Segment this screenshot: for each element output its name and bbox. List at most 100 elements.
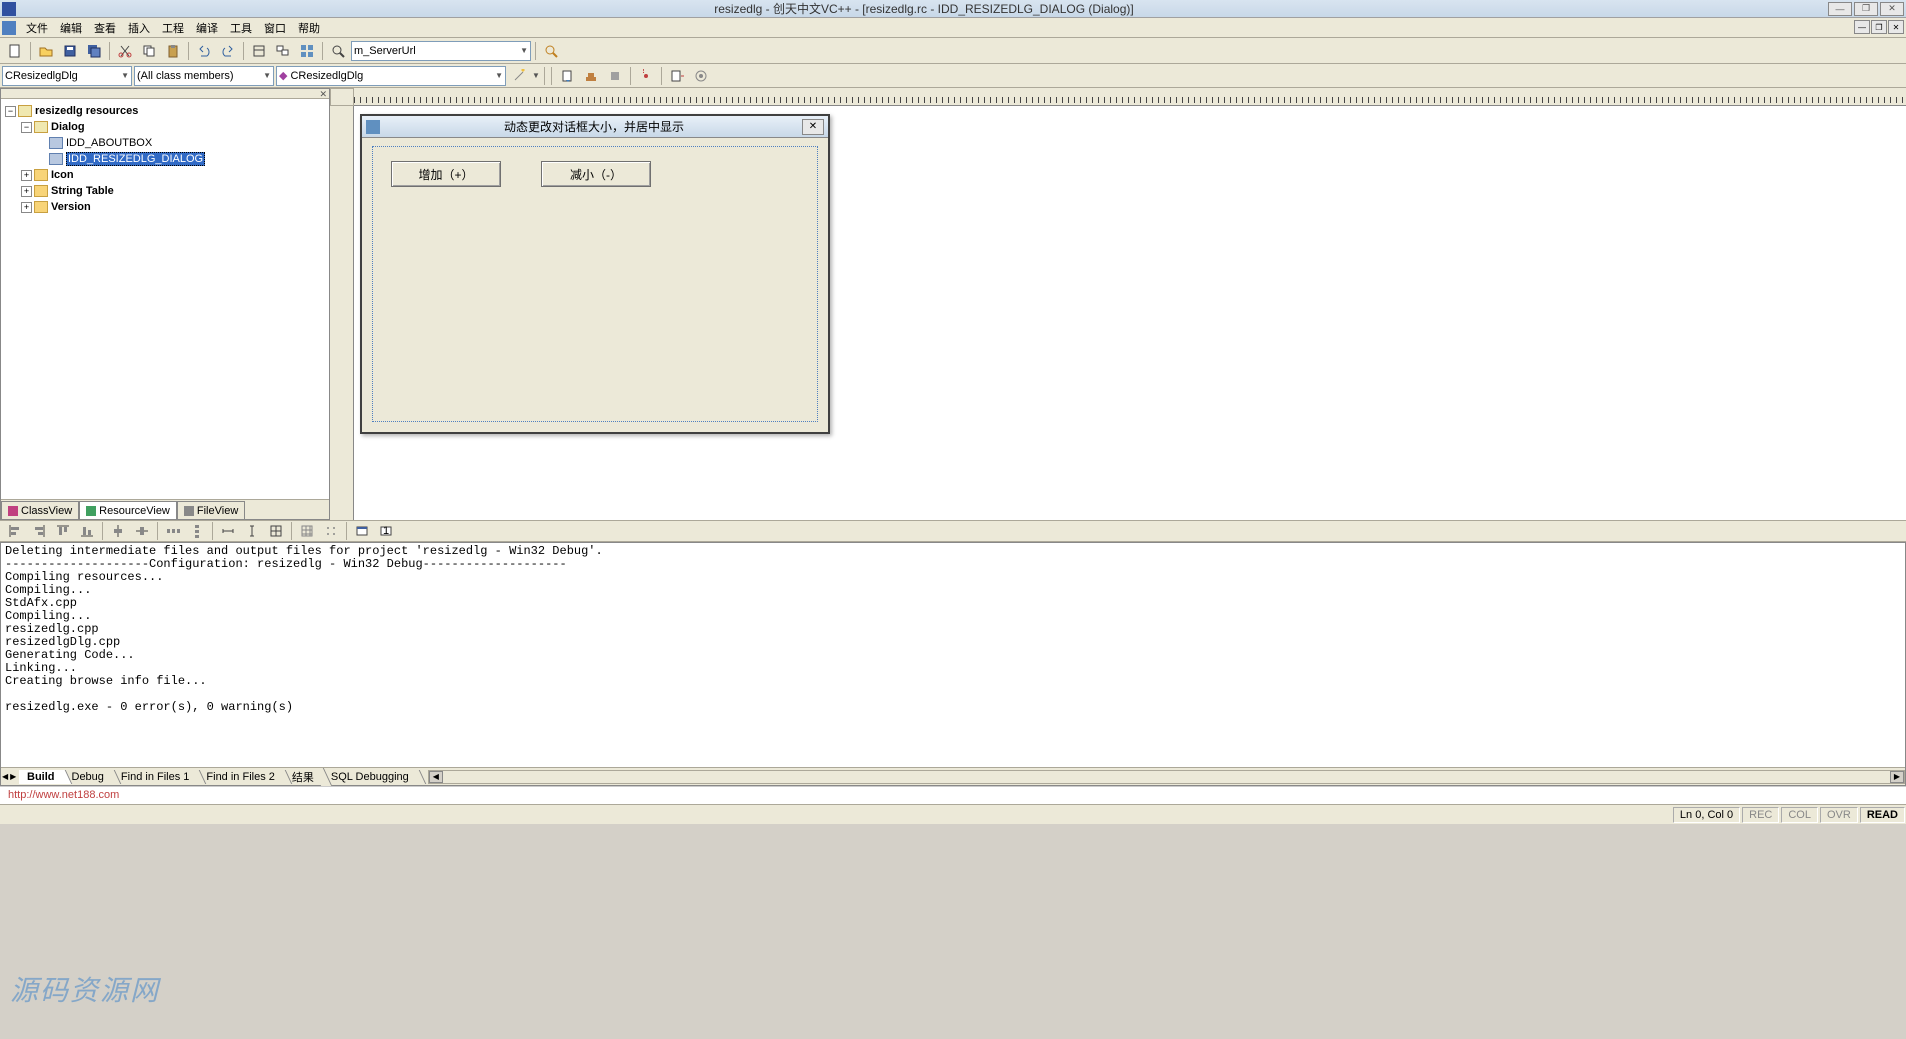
center-horiz-icon[interactable] bbox=[107, 520, 129, 542]
output-tab-build[interactable]: Build bbox=[19, 770, 64, 784]
same-width-icon[interactable] bbox=[217, 520, 239, 542]
output-hscroll[interactable]: ◀ ▶ bbox=[428, 770, 1905, 784]
expand-icon[interactable]: + bbox=[21, 202, 32, 213]
save-all-icon[interactable] bbox=[83, 40, 105, 62]
search-icon[interactable] bbox=[540, 40, 562, 62]
footer-link[interactable]: http://www.net188.com bbox=[0, 786, 1906, 804]
same-height-icon[interactable] bbox=[241, 520, 263, 542]
tree-item-aboutbox[interactable]: IDD_ABOUTBOX bbox=[3, 135, 327, 151]
tab-resourceview[interactable]: ResourceView bbox=[79, 501, 177, 519]
tree-icon-folder[interactable]: + Icon bbox=[3, 167, 327, 183]
same-size-icon[interactable] bbox=[265, 520, 287, 542]
func-combo-value: CResizedlgDlg bbox=[290, 70, 363, 82]
dialog-designer[interactable]: 动态更改对话框大小，并居中显示 ✕ 增加（+） 减小（-） bbox=[330, 88, 1906, 520]
mdi-restore[interactable]: ❐ bbox=[1871, 20, 1887, 34]
redo-icon[interactable] bbox=[217, 40, 239, 62]
tree-string-folder[interactable]: + String Table bbox=[3, 183, 327, 199]
menu-project[interactable]: 工程 bbox=[156, 18, 190, 38]
collapse-icon[interactable]: − bbox=[21, 122, 32, 133]
dialog-client-area[interactable]: 增加（+） 减小（-） bbox=[372, 146, 818, 422]
breakpoint-icon[interactable] bbox=[690, 65, 712, 87]
panel-grip[interactable]: ✕ bbox=[1, 89, 329, 99]
build-icon[interactable] bbox=[580, 65, 602, 87]
increase-button[interactable]: 增加（+） bbox=[391, 161, 501, 187]
chevron-right-icon[interactable]: ▶ bbox=[9, 772, 17, 781]
output-tab-fif2[interactable]: Find in Files 2 bbox=[198, 770, 283, 784]
grid-icon[interactable] bbox=[296, 520, 318, 542]
space-vert-icon[interactable] bbox=[186, 520, 208, 542]
dialog-titlebar[interactable]: 动态更改对话框大小，并居中显示 ✕ bbox=[362, 116, 828, 138]
menu-help[interactable]: 帮助 bbox=[292, 18, 326, 38]
save-icon[interactable] bbox=[59, 40, 81, 62]
scroll-right-icon[interactable]: ▶ bbox=[1890, 771, 1904, 783]
chevron-down-icon[interactable]: ▼ bbox=[532, 71, 540, 80]
space-horiz-icon[interactable] bbox=[162, 520, 184, 542]
output-tab-debug[interactable]: Debug bbox=[64, 770, 113, 784]
minimize-button[interactable]: — bbox=[1828, 2, 1852, 16]
collapse-icon[interactable]: − bbox=[5, 106, 16, 117]
horizontal-ruler[interactable] bbox=[354, 88, 1906, 106]
output-tab-result[interactable]: 结果 bbox=[284, 768, 323, 786]
find-combo[interactable]: m_ServerUrl ▼ bbox=[351, 41, 531, 61]
mdi-minimize[interactable]: — bbox=[1854, 20, 1870, 34]
align-top-icon[interactable] bbox=[52, 520, 74, 542]
close-panel-icon[interactable]: ✕ bbox=[319, 89, 327, 98]
go-icon[interactable] bbox=[666, 65, 688, 87]
wand-icon[interactable] bbox=[508, 65, 530, 87]
menu-view[interactable]: 查看 bbox=[88, 18, 122, 38]
execute-icon[interactable]: ! bbox=[635, 65, 657, 87]
dialog-preview[interactable]: 动态更改对话框大小，并居中显示 ✕ 增加（+） 减小（-） bbox=[360, 114, 830, 434]
menu-insert[interactable]: 插入 bbox=[122, 18, 156, 38]
tree-version-folder[interactable]: + Version bbox=[3, 199, 327, 215]
paste-icon[interactable] bbox=[162, 40, 184, 62]
cut-icon[interactable] bbox=[114, 40, 136, 62]
vertical-ruler[interactable] bbox=[330, 106, 354, 520]
open-icon[interactable] bbox=[35, 40, 57, 62]
tree-body[interactable]: − resizedlg resources − Dialog IDD_ABOUT… bbox=[1, 99, 329, 499]
window-list-icon[interactable] bbox=[272, 40, 294, 62]
dialog-app-icon bbox=[366, 120, 380, 134]
menu-build[interactable]: 编译 bbox=[190, 18, 224, 38]
tile-icon[interactable] bbox=[296, 40, 318, 62]
tree-root[interactable]: − resizedlg resources bbox=[3, 103, 327, 119]
align-right-icon[interactable] bbox=[28, 520, 50, 542]
close-button[interactable]: ✕ bbox=[1880, 2, 1904, 16]
tree-label: Dialog bbox=[51, 121, 85, 133]
menu-edit[interactable]: 编辑 bbox=[54, 18, 88, 38]
menu-tools[interactable]: 工具 bbox=[224, 18, 258, 38]
align-left-icon[interactable] bbox=[4, 520, 26, 542]
expand-icon[interactable]: + bbox=[21, 170, 32, 181]
expand-icon[interactable]: + bbox=[21, 186, 32, 197]
tab-classview[interactable]: ClassView bbox=[1, 501, 79, 519]
align-bottom-icon[interactable] bbox=[76, 520, 98, 542]
workspace-icon[interactable] bbox=[248, 40, 270, 62]
maximize-button[interactable]: ❐ bbox=[1854, 2, 1878, 16]
output-nav[interactable]: ◀ ▶ bbox=[1, 772, 19, 781]
tree-item-resizedlg[interactable]: IDD_RESIZEDLG_DIALOG bbox=[3, 151, 327, 167]
tab-order-icon[interactable]: 1 bbox=[375, 520, 397, 542]
copy-icon[interactable] bbox=[138, 40, 160, 62]
output-tab-sql[interactable]: SQL Debugging bbox=[323, 770, 418, 784]
menu-file[interactable]: 文件 bbox=[20, 18, 54, 38]
menu-window[interactable]: 窗口 bbox=[258, 18, 292, 38]
guides-icon[interactable] bbox=[320, 520, 342, 542]
new-file-icon[interactable] bbox=[4, 40, 26, 62]
tree-dialog-folder[interactable]: − Dialog bbox=[3, 119, 327, 135]
chevron-left-icon[interactable]: ◀ bbox=[1, 772, 9, 781]
center-vert-icon[interactable] bbox=[131, 520, 153, 542]
scroll-left-icon[interactable]: ◀ bbox=[429, 771, 443, 783]
test-dialog-icon[interactable] bbox=[351, 520, 373, 542]
output-tab-fif1[interactable]: Find in Files 1 bbox=[113, 770, 198, 784]
dialog-close-icon[interactable]: ✕ bbox=[802, 119, 824, 135]
undo-icon[interactable] bbox=[193, 40, 215, 62]
tab-fileview[interactable]: FileView bbox=[177, 501, 245, 519]
members-combo[interactable]: (All class members)▼ bbox=[134, 66, 274, 86]
decrease-button[interactable]: 减小（-） bbox=[541, 161, 651, 187]
func-combo[interactable]: ◆CResizedlgDlg▼ bbox=[276, 66, 506, 86]
class-combo[interactable]: CResizedlgDlg▼ bbox=[2, 66, 132, 86]
output-text[interactable]: Deleting intermediate files and output f… bbox=[1, 543, 1905, 767]
mdi-close[interactable]: ✕ bbox=[1888, 20, 1904, 34]
compile-icon[interactable] bbox=[556, 65, 578, 87]
find-icon[interactable] bbox=[327, 40, 349, 62]
stop-build-icon[interactable] bbox=[604, 65, 626, 87]
